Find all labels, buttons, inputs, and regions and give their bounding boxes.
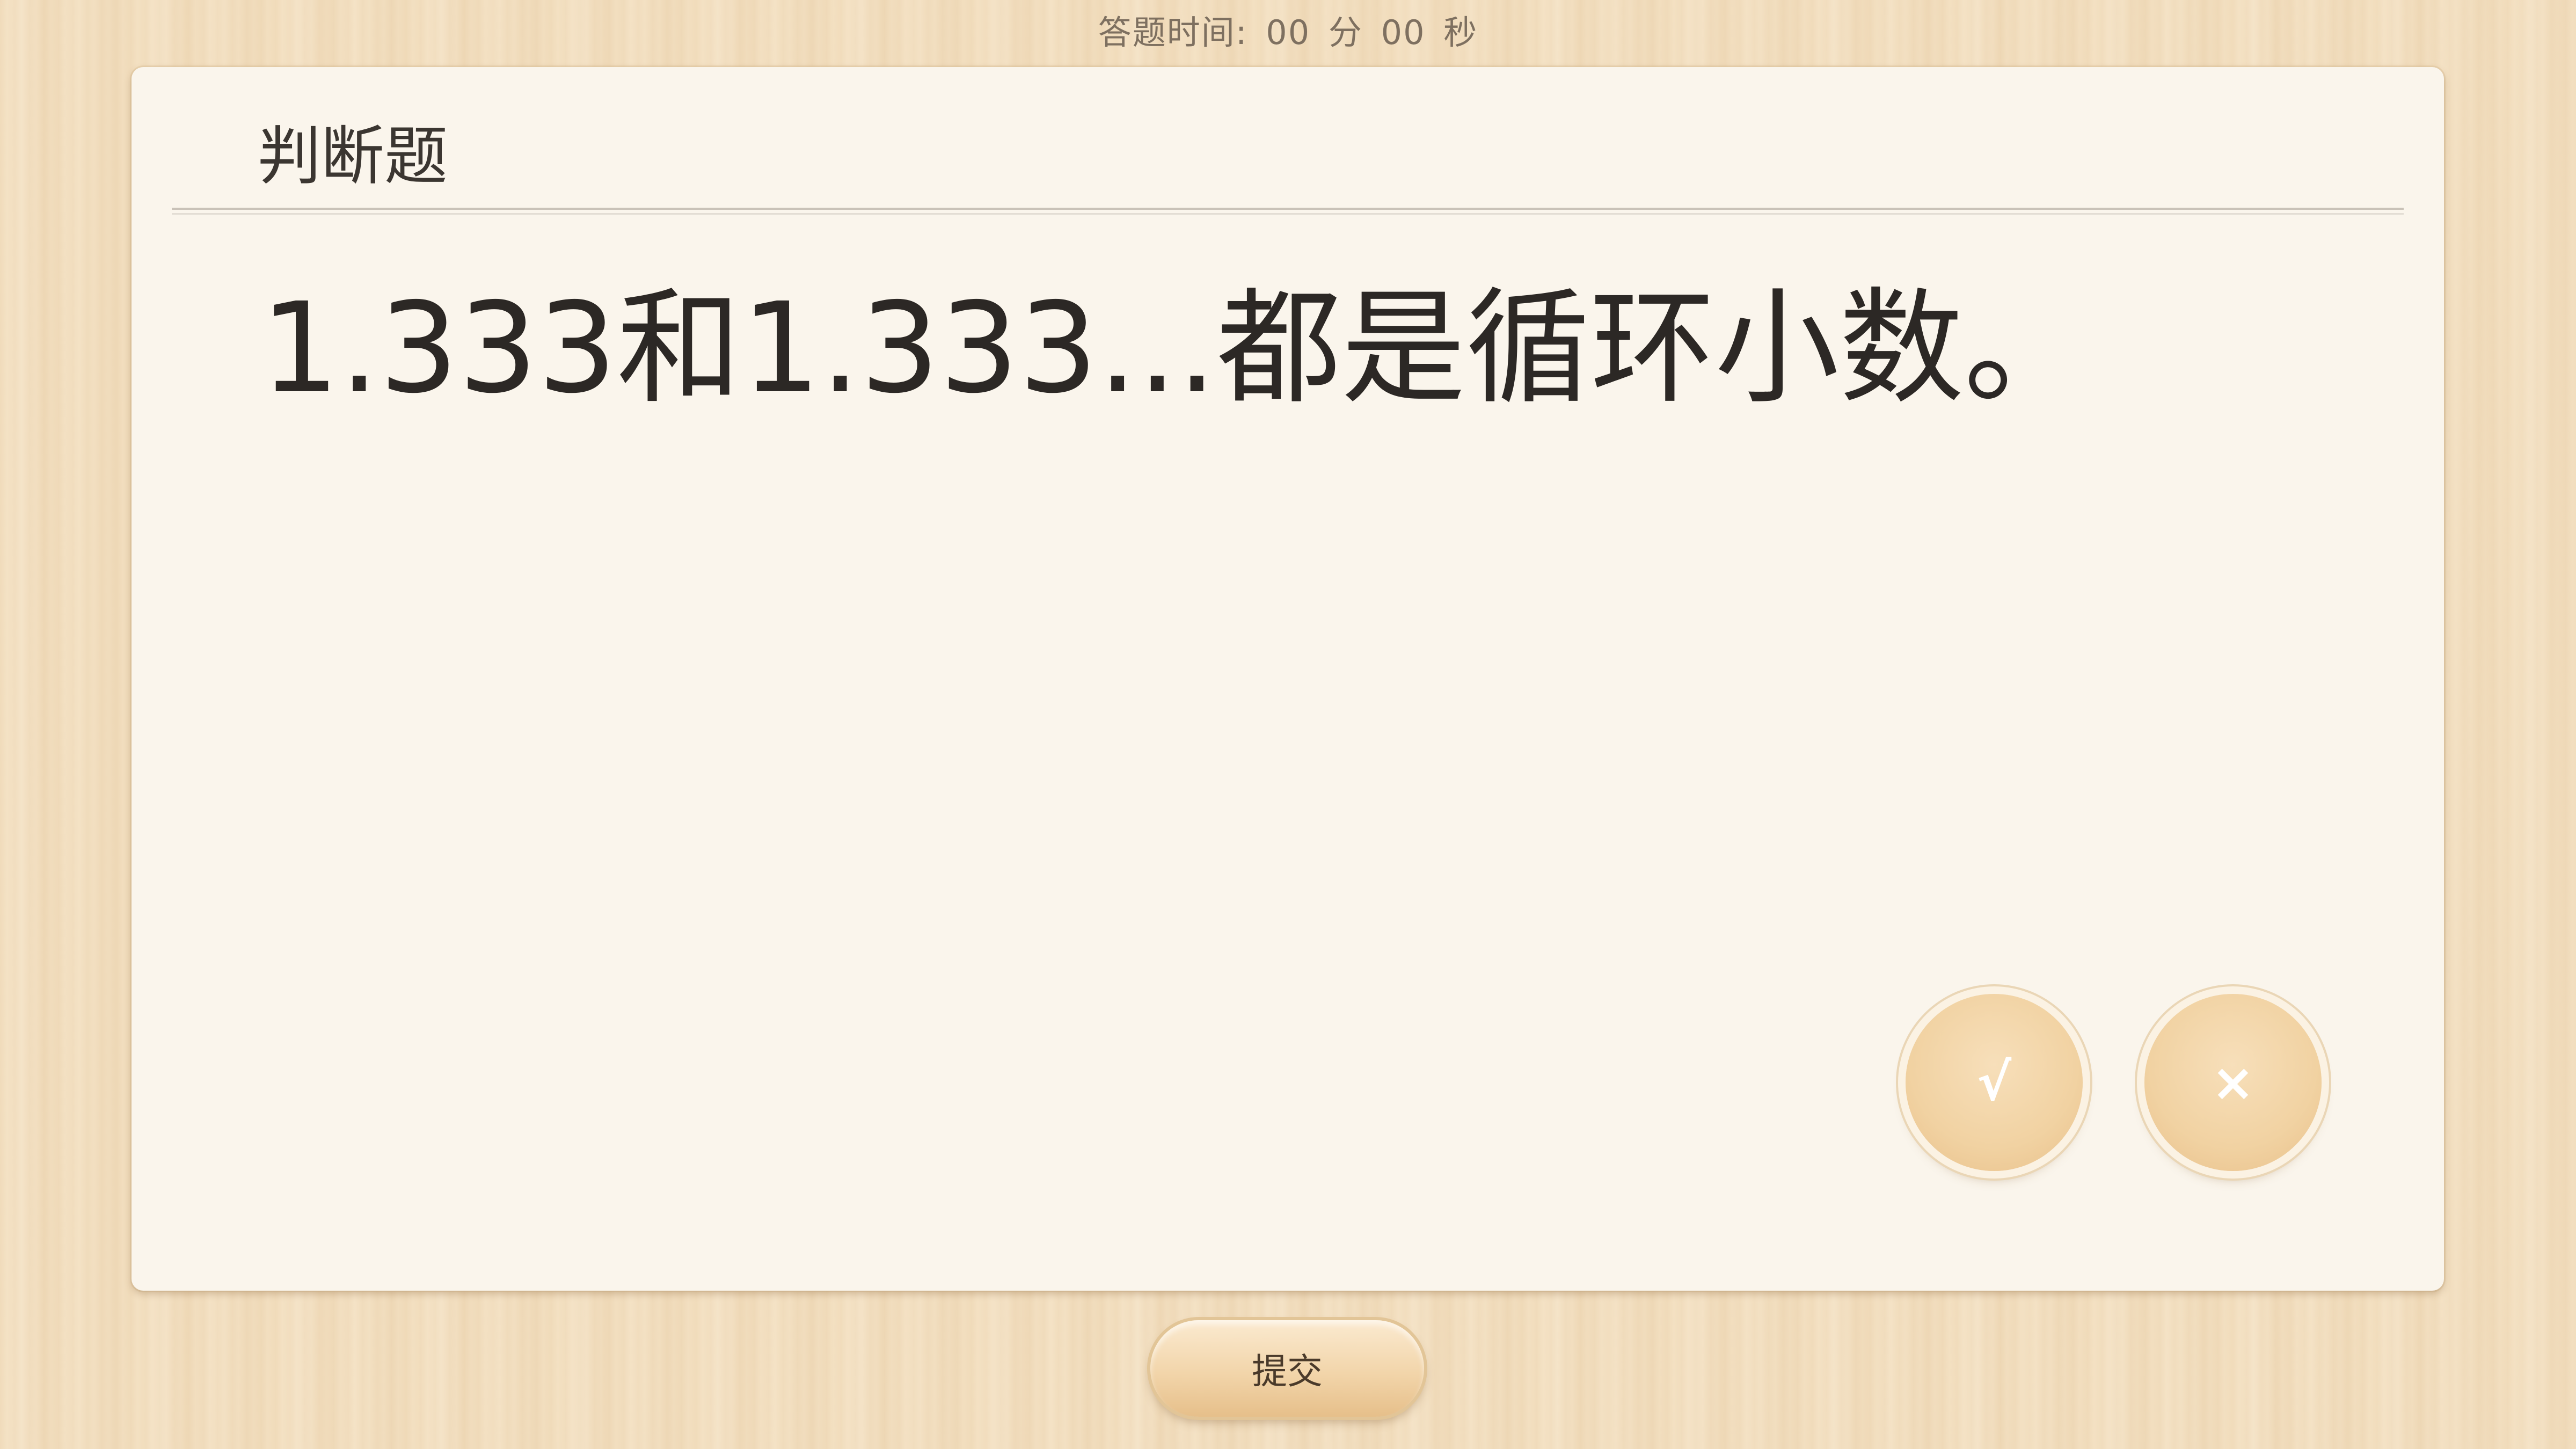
question-type-title: 判断题 [258, 119, 448, 193]
timer-seconds-unit: 秒 [1443, 13, 1478, 52]
cross-icon: × [2211, 1052, 2255, 1113]
question-card: 判断题 1.333和1.333...都是循环小数。 √ × [132, 67, 2444, 1291]
submit-label: 提交 [1252, 1351, 1323, 1392]
timer-minutes-unit: 分 [1328, 13, 1363, 52]
title-divider [172, 208, 2404, 215]
submit-button[interactable]: 提交 [1150, 1320, 1424, 1417]
timer-label: 答题时间: [1098, 13, 1248, 52]
timer-seconds: 00 [1381, 13, 1426, 52]
check-icon: √ [1976, 1052, 2012, 1113]
question-text: 1.333和1.333...都是循环小数。 [260, 276, 2089, 421]
answer-timer: 答题时间: 00 分 00 秒 [0, 5, 2576, 54]
timer-minutes: 00 [1266, 13, 1311, 52]
false-button[interactable]: × [2144, 994, 2322, 1171]
true-button[interactable]: √ [1906, 994, 2083, 1171]
